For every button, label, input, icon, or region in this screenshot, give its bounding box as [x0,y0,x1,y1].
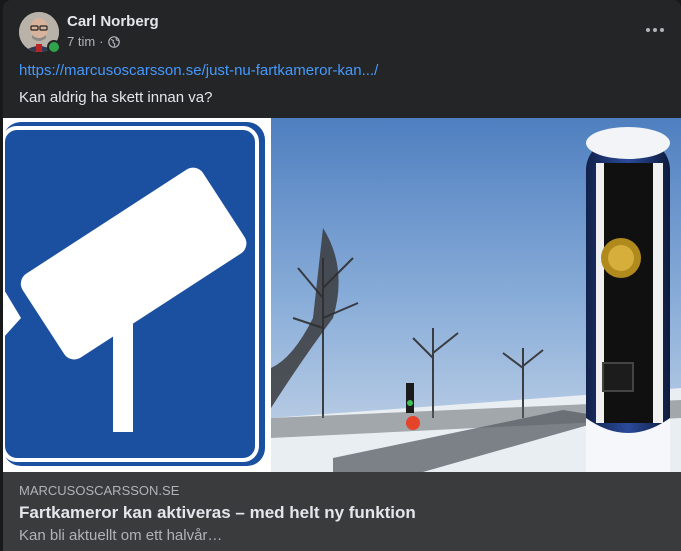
post-text: Kan aldrig ha skett innan va? [19,89,213,106]
online-status-dot [47,40,61,54]
dot-icon [646,28,650,32]
speed-camera-image [3,118,681,472]
dot-icon [660,28,664,32]
dot-icon [653,28,657,32]
post-header: Carl Norberg 7 tim · [3,0,681,62]
link-preview-title[interactable]: Fartkameror kan aktiveras – med helt ny … [19,503,416,523]
link-preview-description: Kan bli aktuellt om ett halvår… [19,527,223,544]
link-preview-domain: MARCUSOSCARSSON.SE [19,483,180,498]
meta-separator: · [99,34,104,49]
more-options-button[interactable] [641,18,669,42]
link-preview-image[interactable] [3,118,681,472]
post-card: Carl Norberg 7 tim · https://marcusoscar… [3,0,681,551]
post-link[interactable]: https://marcusoscarsson.se/just-nu-fartk… [19,62,378,79]
post-time[interactable]: 7 tim [67,34,95,49]
post-meta: 7 tim · [67,34,120,49]
globe-icon[interactable] [107,35,120,48]
author-name[interactable]: Carl Norberg [67,13,159,30]
